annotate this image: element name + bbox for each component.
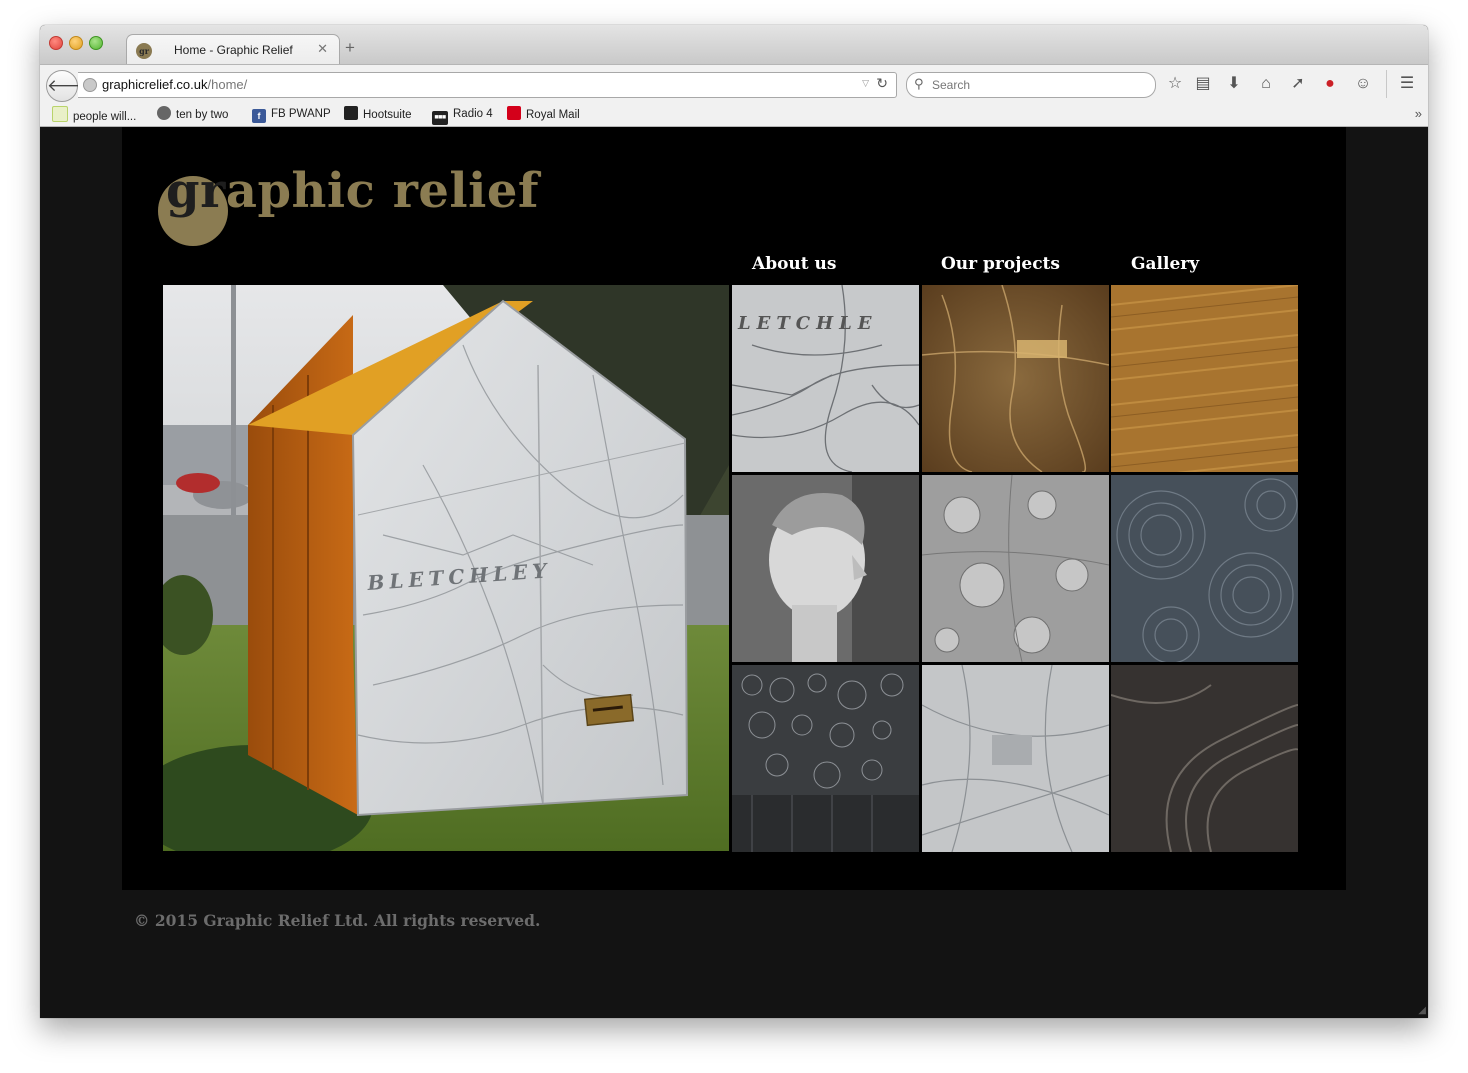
gallery-thumb-map-relief[interactable]: LETCHLE [732,285,919,472]
site-logo[interactable]: graphic relief [166,163,539,219]
thumb-map-illustration: LETCHLE [732,285,919,472]
thumb-statue-illustration [732,475,919,662]
resize-grip-icon[interactable]: ◢ [1418,1005,1426,1016]
thumb-circles-illustration [732,665,919,852]
globe-avatar-icon [157,106,171,120]
nav-our-projects[interactable]: Our projects [941,254,1060,274]
notepad-icon [52,106,68,122]
thumb-bronze-illustration [922,285,1109,472]
gallery-thumb-aerial-relief[interactable] [922,665,1109,852]
gallery-thumb-plaster-relief[interactable] [922,475,1109,662]
bookmark-item[interactable]: f FB PWANP [252,106,331,123]
logo-text: aphic relief [225,163,540,219]
thumb-map-label: LETCHLE [737,313,877,334]
send-icon[interactable]: ➚ [1288,74,1308,94]
url-path: /home/ [207,77,248,92]
home-icon[interactable]: ⌂ [1256,74,1276,94]
bookmark-item[interactable]: Hootsuite [344,106,412,122]
bookmark-star-icon[interactable]: ☆ [1165,74,1185,94]
url-domain: graphicrelief.co.uk [102,77,208,92]
thumb-swirl-illustration [1111,475,1298,662]
facebook-icon: f [252,109,266,123]
footer-copyright: © 2015 Graphic Relief Ltd. All rights re… [134,911,541,930]
bookmark-item[interactable]: ten by two [157,106,228,122]
downloads-icon[interactable]: ⬇ [1224,74,1244,94]
nav-about-us[interactable]: About us [752,254,836,274]
bookmark-item[interactable]: Royal Mail [507,106,580,122]
gallery-thumb-dark-relief[interactable] [1111,665,1298,852]
search-box[interactable]: ⚲ Search [906,72,1156,98]
new-tab-button[interactable]: + [345,39,355,56]
tab-title: Home - Graphic Relief [174,43,293,57]
thumb-plaster-illustration [922,475,1109,662]
reading-list-icon[interactable]: ▤ [1193,74,1213,94]
navigation-toolbar: 🡐 graphicrelief.co.uk/home/ ▽ ↻ ⚲ Search… [40,64,1428,103]
url-text: graphicrelief.co.uk/home/ [102,77,247,92]
reload-icon[interactable]: ↻ [876,75,888,92]
bookmark-item[interactable]: people will... [52,106,137,123]
title-bar: gr Home - Graphic Relief ✕ + [40,25,1428,65]
favicon-icon: gr [136,43,152,59]
nav-gallery[interactable]: Gallery [1131,254,1199,274]
bookmark-item[interactable]: ■■■ Radio 4 [432,106,493,125]
chat-icon[interactable]: ☺ [1353,74,1373,94]
thumb-dark-illustration [1111,665,1298,852]
content-panel: graphic relief About us Our projects Gal… [122,127,1346,890]
bookmark-label: Radio 4 [453,108,493,120]
bookmark-label: ten by two [176,109,229,121]
gallery-thumb-bronze-relief[interactable] [922,285,1109,472]
zoom-window-button[interactable] [89,36,103,50]
gallery-thumb-swirl-pattern[interactable] [1111,475,1298,662]
url-history-dropdown-icon[interactable]: ▽ [862,78,869,89]
bookmark-label: people will... [73,111,137,123]
bbc-icon: ■■■ [432,111,448,125]
bookmarks-overflow-icon[interactable]: » [1415,106,1422,121]
logo-mark-text: gr [166,163,226,219]
address-bar[interactable]: graphicrelief.co.uk/home/ ▽ ↻ [78,72,897,98]
owl-icon [344,106,358,120]
menu-icon[interactable]: ☰ [1397,74,1417,94]
gallery-thumb-circles-texture[interactable] [732,665,919,852]
search-placeholder: Search [932,78,971,92]
toolbar-separator [1386,70,1387,98]
hero-image[interactable]: BLETCHLEY [163,285,729,851]
search-icon: ⚲ [914,76,924,91]
bookmark-label: Royal Mail [526,109,580,121]
thumb-aerial-illustration [922,665,1109,852]
back-button[interactable]: 🡐 [46,70,93,102]
close-window-button[interactable] [49,36,63,50]
gallery-thumb-wood-grain[interactable] [1111,285,1298,472]
web-page: graphic relief About us Our projects Gal… [40,127,1428,1018]
tab-close-icon[interactable]: ✕ [317,41,328,57]
browser-window: gr Home - Graphic Relief ✕ + 🡐 graphicre… [40,25,1428,1018]
pinterest-icon[interactable]: ● [1320,74,1340,94]
thumb-wood-illustration [1111,285,1298,472]
hero-illustration: BLETCHLEY [163,285,729,851]
site-identity-icon[interactable] [83,78,97,92]
bookmarks-toolbar: people will... ten by two f FB PWANP Hoot… [40,102,1428,127]
minimize-window-button[interactable] [69,36,83,50]
tab-home[interactable]: gr Home - Graphic Relief ✕ [126,34,340,65]
bookmark-label: FB PWANP [271,108,331,120]
bookmark-label: Hootsuite [363,109,412,121]
royal-mail-icon [507,106,521,120]
gallery-thumb-statue-head[interactable] [732,475,919,662]
